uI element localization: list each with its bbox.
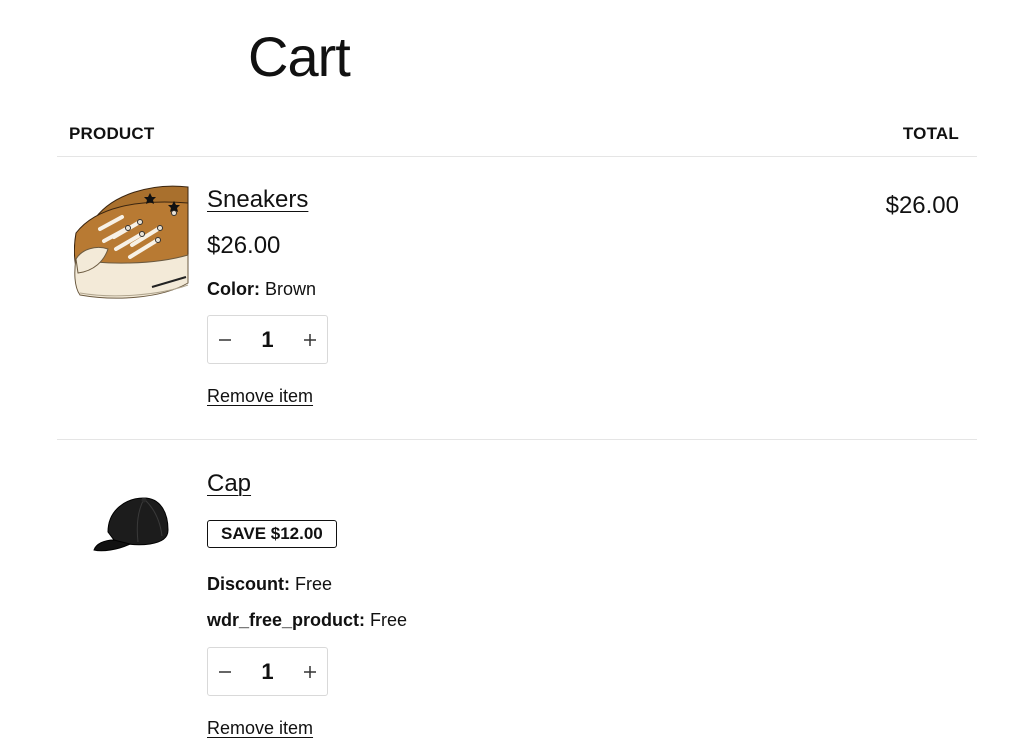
property-label: wdr_free_product: <box>207 610 366 630</box>
item-total: $26.00 <box>885 192 959 219</box>
cap-image[interactable] <box>92 496 170 557</box>
plus-icon[interactable] <box>301 663 319 681</box>
page-title: Cart <box>248 25 351 88</box>
product-name-link[interactable]: Cap <box>207 470 251 498</box>
product-column-header: PRODUCT <box>69 124 155 143</box>
product-name-link[interactable]: Sneakers <box>207 186 308 214</box>
header-divider <box>57 156 977 157</box>
quantity-stepper[interactable]: 1 <box>207 315 328 364</box>
save-badge: SAVE $12.00 <box>207 520 337 548</box>
property-value: Free <box>370 610 408 630</box>
remove-item-link[interactable]: Remove item <box>207 718 313 739</box>
plus-icon[interactable] <box>301 331 319 349</box>
quantity-input[interactable]: 1 <box>261 659 273 685</box>
property-label: Color: <box>207 279 260 299</box>
minus-icon[interactable] <box>216 331 234 349</box>
remove-item-link[interactable]: Remove item <box>207 386 313 407</box>
item-property-discount: Discount: Free <box>207 574 332 595</box>
item-property-free-product: wdr_free_product: Free <box>207 610 407 631</box>
item-price: $26.00 <box>207 232 281 259</box>
quantity-input[interactable]: 1 <box>261 327 273 353</box>
row-divider <box>57 439 977 440</box>
item-property-color: Color: Brown <box>207 279 316 300</box>
total-column-header: TOTAL <box>902 124 959 143</box>
property-value: Brown <box>265 279 317 299</box>
minus-icon[interactable] <box>216 663 234 681</box>
quantity-stepper[interactable]: 1 <box>207 647 328 696</box>
property-label: Discount: <box>207 574 290 594</box>
property-value: Free <box>295 574 333 594</box>
sneakers-image[interactable] <box>73 183 190 306</box>
